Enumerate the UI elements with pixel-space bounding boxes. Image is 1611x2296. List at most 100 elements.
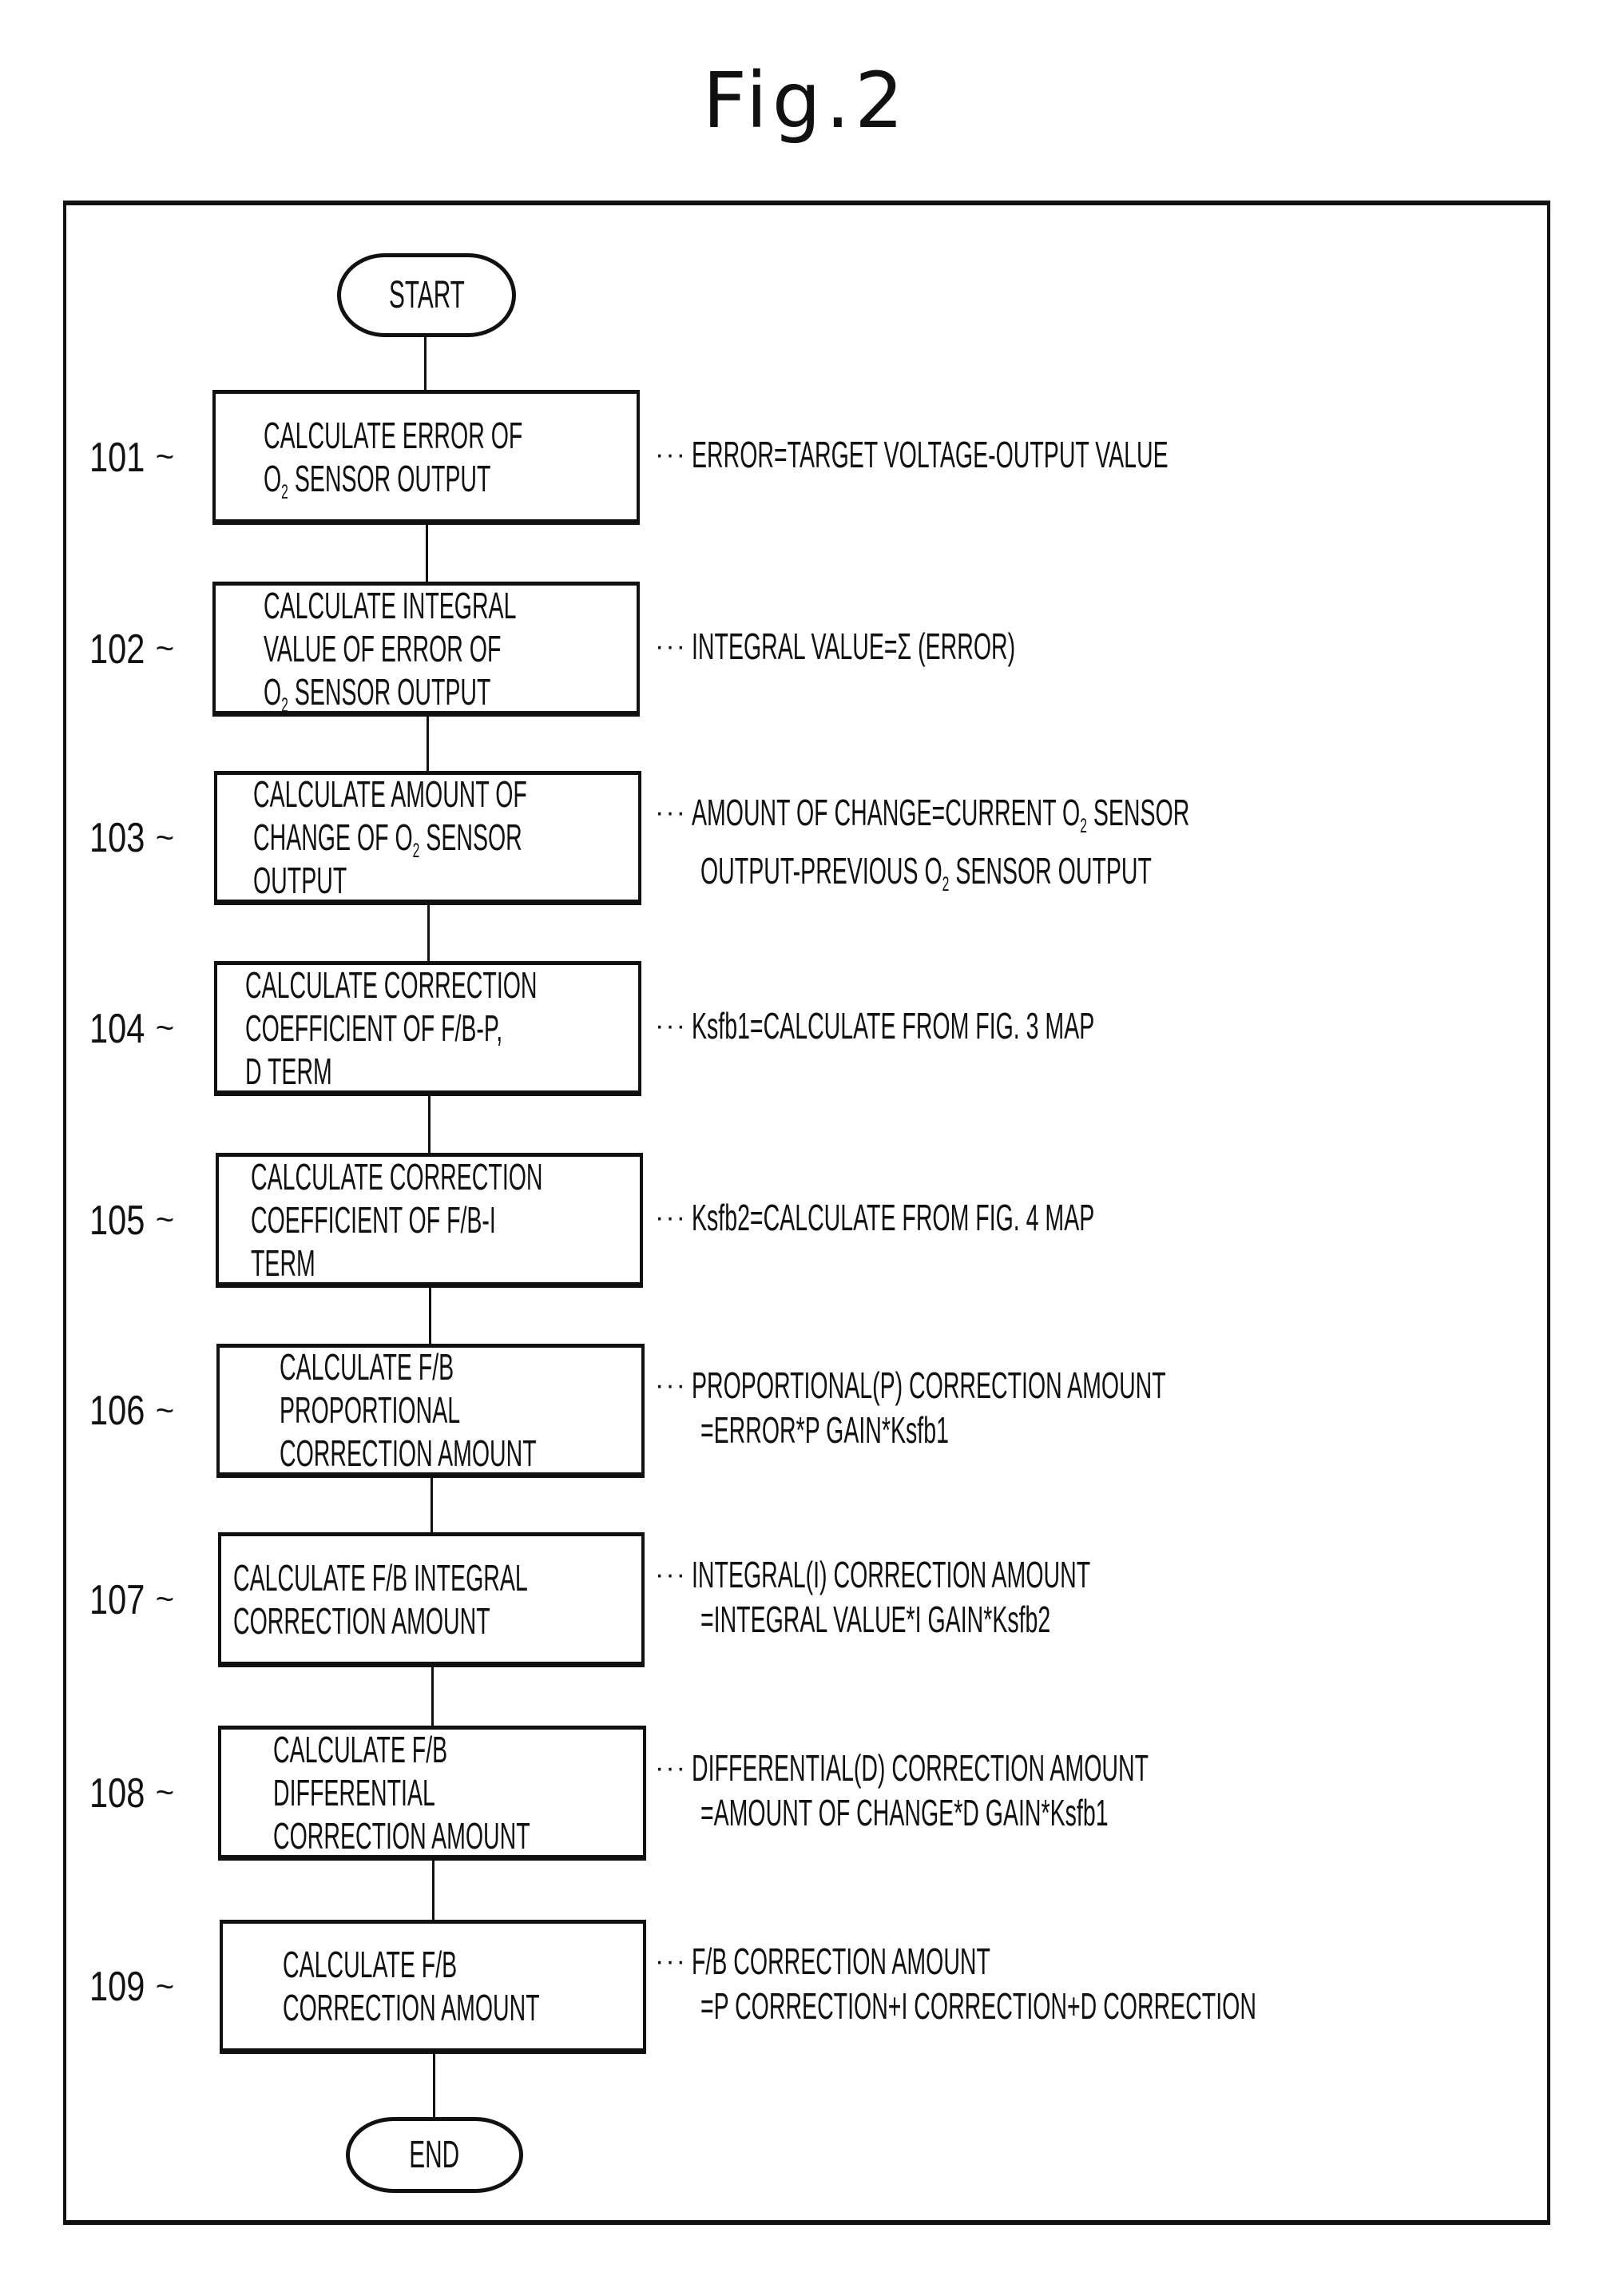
note-text-line: INTEGRAL VALUE=Σ (ERROR) bbox=[691, 625, 1016, 667]
connector-line bbox=[431, 1478, 433, 1532]
note-text-line: AMOUNT OF CHANGE=CURRENT O2 SENSOR bbox=[691, 792, 1190, 837]
ellipsis-icon: ··· bbox=[655, 797, 687, 828]
note-text-line: PROPORTIONAL(P) CORRECTION AMOUNT bbox=[691, 1364, 1166, 1406]
process-text-line: CALCULATE F/B bbox=[273, 1728, 448, 1770]
note-text-line: ERROR=TARGET VOLTAGE-OUTPUT VALUE bbox=[691, 433, 1169, 475]
step-note-108: ··· DIFFERENTIAL(D) CORRECTION AMOUNT =AMO… bbox=[655, 1746, 1429, 1835]
process-text-line: CALCULATE CORRECTION bbox=[251, 1155, 543, 1198]
process-text-line: CALCULATE ERROR OF bbox=[264, 414, 523, 456]
ellipsis-icon: ··· bbox=[655, 439, 687, 470]
process-text-line: CALCULATE INTEGRAL bbox=[264, 584, 517, 626]
note-text-line: OUTPUT-PREVIOUS O2 SENSOR OUTPUT bbox=[700, 849, 1152, 896]
note-text-line: Ksfb1=CALCULATE FROM FIG. 3 MAP bbox=[691, 1004, 1095, 1047]
step-number-text: 103 bbox=[89, 815, 145, 861]
note-text-line: DIFFERENTIAL(D) CORRECTION AMOUNT bbox=[691, 1746, 1149, 1789]
process-text-line: CALCULATE CORRECTION bbox=[245, 963, 538, 1006]
start-terminal: START bbox=[337, 253, 516, 337]
process-text-line: VALUE OF ERROR OF bbox=[264, 627, 502, 669]
process-text-line: DIFFERENTIAL bbox=[273, 1771, 435, 1813]
note-text-line: =P CORRECTION+I CORRECTION+D CORRECTION bbox=[700, 1985, 1256, 2027]
step-number-text: 109 bbox=[89, 1964, 145, 2010]
connector-line bbox=[433, 2054, 435, 2117]
process-text-line: O2 SENSOR OUTPUT bbox=[264, 670, 491, 717]
process-box-103: CALCULATE AMOUNT OF CHANGE OF O2 SENSOR OU… bbox=[214, 771, 641, 905]
connector-line bbox=[431, 1667, 434, 1726]
process-text-line: CALCULATE F/B INTEGRAL bbox=[233, 1556, 528, 1599]
step-note-103: ··· AMOUNT OF CHANGE=CURRENT O2 SENSOR OUT… bbox=[655, 790, 1494, 907]
connector-line bbox=[427, 905, 430, 961]
process-text-line: O2 SENSOR OUTPUT bbox=[264, 457, 491, 503]
ellipsis-icon: ··· bbox=[655, 1370, 687, 1400]
process-box-107: CALCULATE F/B INTEGRAL CORRECTION AMOUNT bbox=[218, 1532, 645, 1667]
start-label: START bbox=[388, 274, 465, 316]
connector-line bbox=[432, 1861, 434, 1920]
connector-line bbox=[429, 1288, 431, 1344]
note-text-line: =ERROR*P GAIN*Ksfb1 bbox=[700, 1409, 949, 1451]
step-number-102: 102 ~ bbox=[89, 624, 174, 675]
leader-tilde-icon: ~ bbox=[155, 1968, 175, 2004]
leader-tilde-icon: ~ bbox=[155, 1011, 175, 1046]
process-box-106: CALCULATE F/B PROPORTIONAL CORRECTION AMOU… bbox=[216, 1344, 645, 1478]
process-text-line: CALCULATE F/B bbox=[280, 1346, 454, 1388]
connector-line bbox=[426, 525, 428, 582]
end-label: END bbox=[409, 2134, 460, 2176]
step-note-107: ··· INTEGRAL(I) CORRECTION AMOUNT =INTEGRA… bbox=[655, 1552, 1335, 1642]
step-note-105: ··· Ksfb2=CALCULATE FROM FIG. 4 MAP bbox=[655, 1195, 1341, 1240]
note-text-line: Ksfb2=CALCULATE FROM FIG. 4 MAP bbox=[691, 1196, 1095, 1238]
step-number-105: 105 ~ bbox=[89, 1195, 174, 1246]
process-box-105: CALCULATE CORRECTION COEFFICIENT OF F/B-I… bbox=[216, 1153, 643, 1288]
note-text-line: F/B CORRECTION AMOUNT bbox=[691, 1940, 990, 1982]
ellipsis-icon: ··· bbox=[655, 630, 687, 661]
figure-title: Fig.2 bbox=[702, 56, 909, 145]
step-note-109: ··· F/B CORRECTION AMOUNT =P CORRECTION+I … bbox=[655, 1939, 1597, 2028]
process-box-104: CALCULATE CORRECTION COEFFICIENT OF F/B-P… bbox=[214, 961, 641, 1096]
process-text-line: CALCULATE F/B bbox=[283, 1944, 458, 1985]
step-number-104: 104 ~ bbox=[89, 1003, 174, 1055]
step-number-108: 108 ~ bbox=[89, 1768, 174, 1819]
step-note-104: ··· Ksfb1=CALCULATE FROM FIG. 3 MAP bbox=[655, 1003, 1341, 1048]
step-number-101: 101 ~ bbox=[89, 432, 174, 483]
leader-tilde-icon: ~ bbox=[155, 631, 175, 666]
process-text-line: CORRECTION AMOUNT bbox=[233, 1599, 490, 1642]
note-text-line: INTEGRAL(I) CORRECTION AMOUNT bbox=[691, 1553, 1091, 1595]
step-number-106: 106 ~ bbox=[89, 1385, 174, 1436]
process-text-line: COEFFICIENT OF F/B-P, bbox=[245, 1007, 503, 1049]
ellipsis-icon: ··· bbox=[655, 1752, 687, 1783]
leader-tilde-icon: ~ bbox=[155, 1775, 175, 1810]
step-number-text: 108 bbox=[89, 1770, 145, 1817]
process-text-line: OUTPUT bbox=[253, 860, 347, 901]
step-number-text: 102 bbox=[89, 626, 145, 673]
step-note-102: ··· INTEGRAL VALUE=Σ (ERROR) bbox=[655, 624, 1213, 669]
step-number-text: 101 bbox=[89, 434, 145, 481]
process-text-line: CALCULATE AMOUNT OF bbox=[253, 773, 527, 815]
ellipsis-icon: ··· bbox=[655, 1202, 687, 1233]
step-note-101: ··· ERROR=TARGET VOLTAGE-OUTPUT VALUE bbox=[655, 432, 1460, 477]
step-note-106: ··· PROPORTIONAL(P) CORRECTION AMOUNT =ERR… bbox=[655, 1363, 1457, 1452]
note-text-line: =AMOUNT OF CHANGE*D GAIN*Ksfb1 bbox=[700, 1791, 1109, 1833]
leader-tilde-icon: ~ bbox=[155, 1392, 175, 1428]
process-text-line: D TERM bbox=[245, 1050, 332, 1092]
process-text-line: PROPORTIONAL bbox=[280, 1389, 461, 1431]
ellipsis-icon: ··· bbox=[655, 1010, 687, 1041]
process-box-108: CALCULATE F/B DIFFERENTIAL CORRECTION AMOU… bbox=[218, 1726, 646, 1861]
process-box-102: CALCULATE INTEGRAL VALUE OF ERROR OF O2 SE… bbox=[212, 582, 640, 717]
step-number-109: 109 ~ bbox=[89, 1961, 174, 2012]
connector-line bbox=[428, 1096, 431, 1153]
ellipsis-icon: ··· bbox=[655, 1559, 687, 1590]
leader-tilde-icon: ~ bbox=[155, 439, 175, 475]
leader-tilde-icon: ~ bbox=[155, 820, 175, 856]
connector-line bbox=[424, 337, 427, 390]
step-number-text: 104 bbox=[89, 1005, 145, 1052]
leader-tilde-icon: ~ bbox=[155, 1582, 175, 1617]
leader-tilde-icon: ~ bbox=[155, 1202, 175, 1237]
note-text-line: =INTEGRAL VALUE*I GAIN*Ksfb2 bbox=[700, 1598, 1051, 1640]
process-text-line: COEFFICIENT OF F/B-I bbox=[251, 1198, 496, 1241]
process-text-line: CORRECTION AMOUNT bbox=[280, 1432, 537, 1474]
step-number-text: 105 bbox=[89, 1197, 145, 1244]
step-number-107: 107 ~ bbox=[89, 1575, 174, 1626]
end-terminal: END bbox=[346, 2117, 523, 2193]
step-number-text: 107 bbox=[89, 1576, 145, 1623]
process-box-101: CALCULATE ERROR OF O2 SENSOR OUTPUT bbox=[212, 390, 640, 525]
step-number-text: 106 bbox=[89, 1388, 145, 1434]
process-text-line: CORRECTION AMOUNT bbox=[283, 1987, 540, 2028]
